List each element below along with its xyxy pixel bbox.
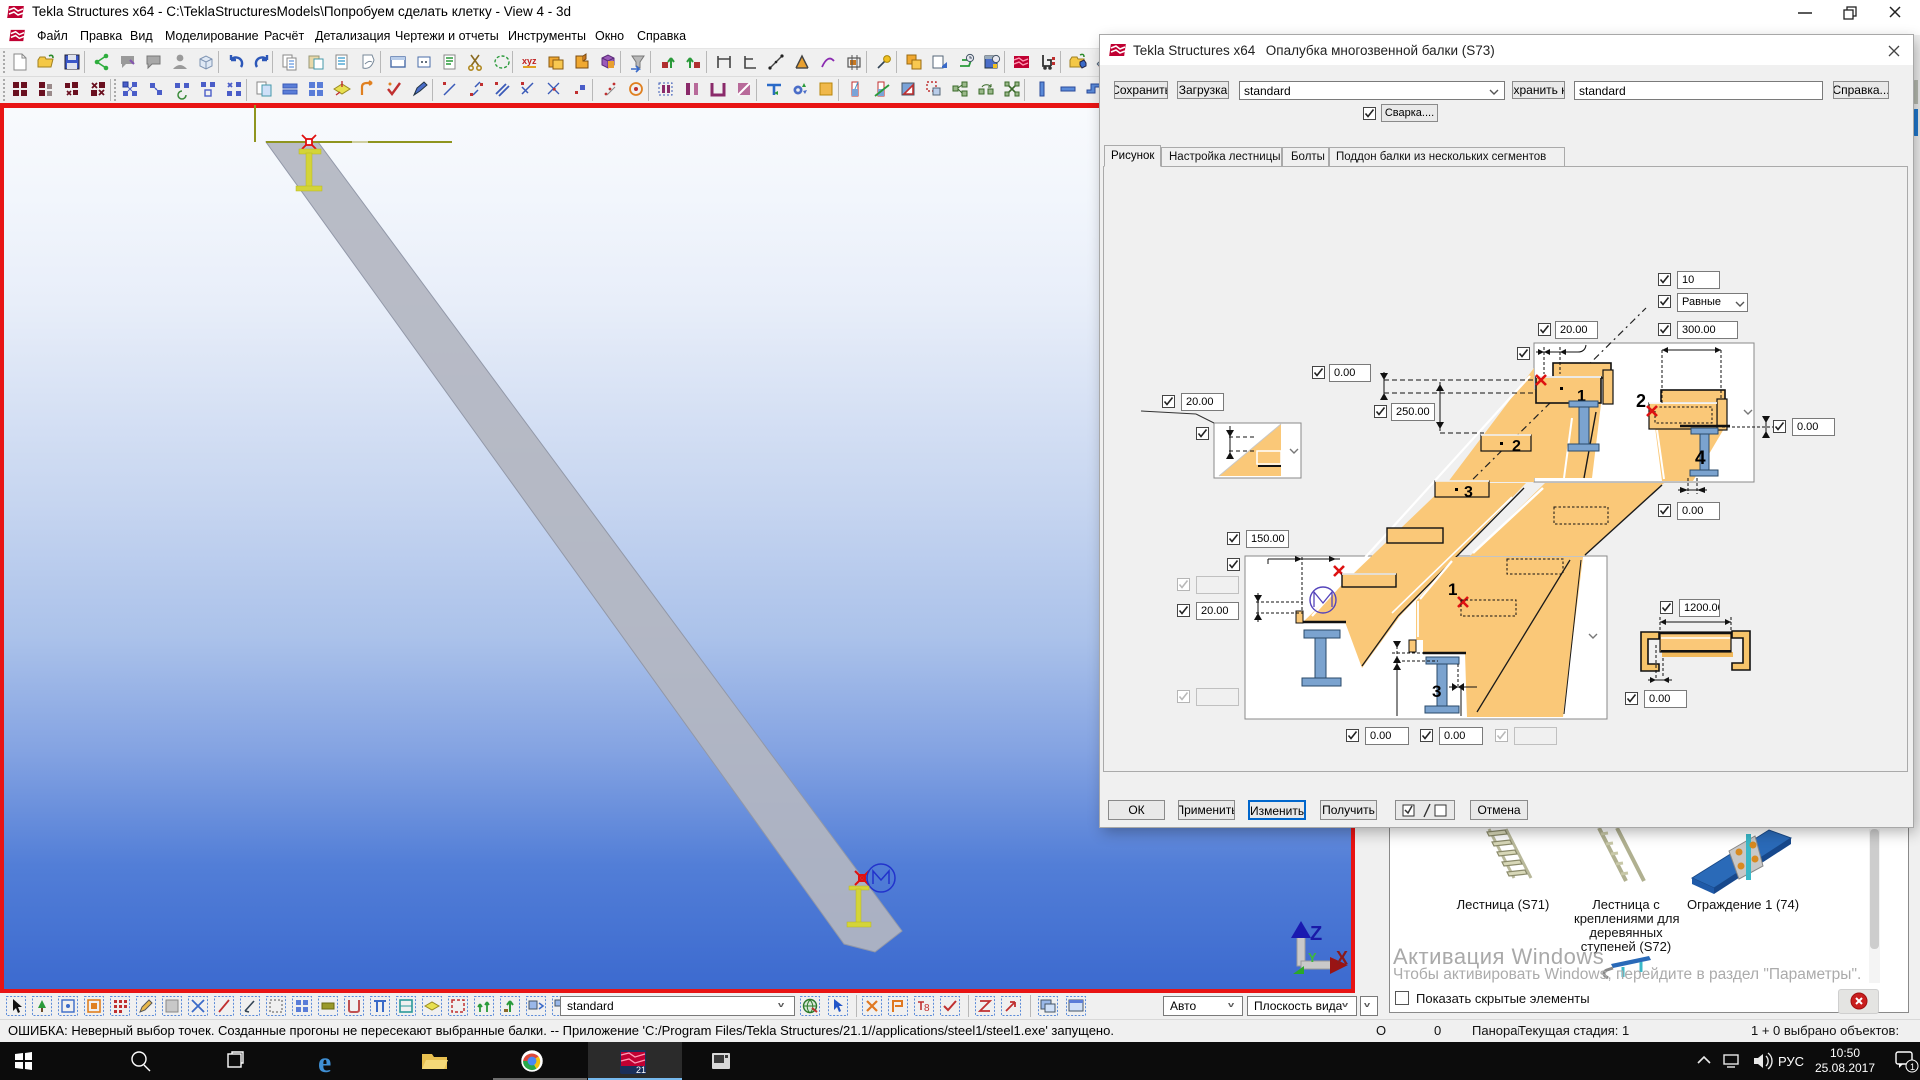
svg-text:1: 1 [1448, 580, 1457, 599]
svg-text:3: 3 [1464, 484, 1473, 501]
svg-text:3: 3 [1432, 682, 1441, 701]
svg-text:4: 4 [1695, 448, 1706, 469]
svg-text:Y: Y [1308, 950, 1317, 965]
svg-text:2: 2 [1512, 438, 1521, 455]
svg-text:2: 2 [1636, 391, 1646, 411]
svg-text:e: e [318, 1046, 331, 1079]
svg-text:Z: Z [1310, 923, 1322, 945]
svg-text:1: 1 [1910, 1062, 1915, 1072]
svg-text:X: X [1336, 948, 1348, 968]
svg-text:8: 8 [924, 1003, 930, 1014]
svg-text:21: 21 [636, 1065, 646, 1075]
